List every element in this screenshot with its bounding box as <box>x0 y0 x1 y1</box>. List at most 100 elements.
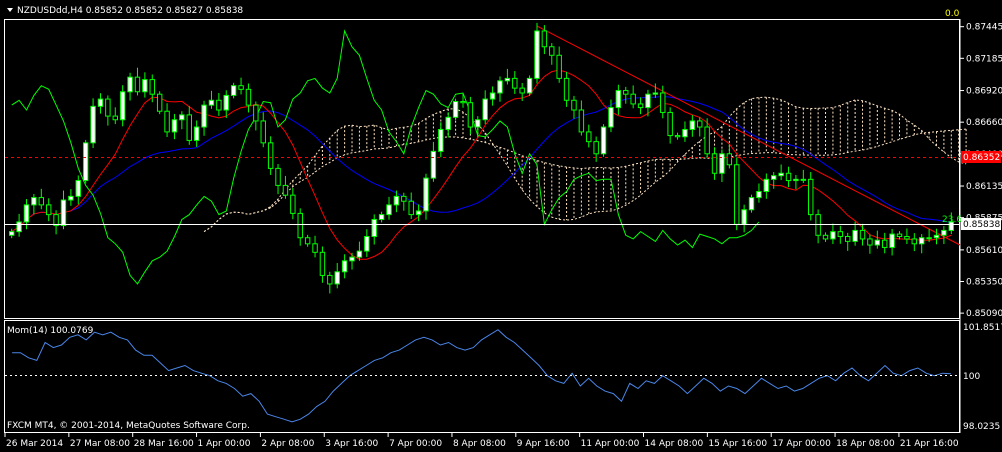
candle <box>378 211 385 223</box>
time-tick-label: 21 Apr 16:00 <box>900 439 959 449</box>
candle <box>16 213 22 237</box>
candle-body <box>60 199 67 227</box>
candle-body <box>223 94 229 111</box>
candle-body <box>793 178 799 182</box>
candle <box>452 98 459 121</box>
time-tick-label: 8 Apr 08:00 <box>453 439 506 449</box>
candle-body <box>778 172 784 177</box>
candle <box>267 136 274 175</box>
candle-body <box>711 153 718 174</box>
candle <box>430 141 437 182</box>
candle <box>112 107 118 125</box>
price-tick-label: 0.87185 <box>966 54 1002 64</box>
candle-body <box>504 77 511 82</box>
candle <box>201 100 207 136</box>
time-tick-label: 11 Apr 00:00 <box>581 439 640 449</box>
candle <box>719 149 725 183</box>
candle <box>386 196 392 220</box>
candle-body <box>889 233 895 248</box>
trading-chart[interactable]: NZDUSDdd,H4 0.85852 0.85852 0.85827 0.85… <box>0 0 1002 452</box>
fib-top-label: 0.0 <box>945 9 960 19</box>
candle <box>623 86 629 104</box>
candle-body <box>304 237 311 245</box>
candle-body <box>697 120 703 128</box>
candlestick-series[interactable] <box>8 22 955 294</box>
candle <box>852 221 858 246</box>
price-tick-label: 0.86660 <box>966 118 1002 128</box>
mom-tick-mid: 100 <box>963 372 980 382</box>
mom-tick-top: 101.8517 <box>963 323 1002 333</box>
candle-body <box>593 141 599 155</box>
candle-body <box>771 175 777 180</box>
candle <box>571 95 577 119</box>
candle-body <box>933 234 940 239</box>
candle-body <box>186 114 192 141</box>
candle-body <box>674 135 681 138</box>
candle <box>445 112 451 138</box>
candle <box>793 174 799 190</box>
candle-body <box>430 150 437 179</box>
candle-body <box>460 100 466 104</box>
candle-body <box>75 180 82 197</box>
candle <box>711 147 718 180</box>
candle-body <box>571 99 577 111</box>
candle-body <box>378 214 385 220</box>
candle <box>327 271 333 294</box>
price-tick-label: 0.85610 <box>966 246 1002 256</box>
candle <box>475 116 481 137</box>
candle-body <box>852 229 858 242</box>
trendline <box>536 25 961 246</box>
candle-body <box>149 79 155 95</box>
candle <box>881 232 888 254</box>
candle <box>142 72 148 98</box>
price-tick-label: 0.86135 <box>966 182 1002 192</box>
candle <box>785 166 792 188</box>
candle-body <box>82 142 89 182</box>
candle-body <box>105 98 111 117</box>
mom-tick-bottom: 98.0235 <box>963 422 1000 432</box>
candle-body <box>423 177 429 212</box>
current-price-label: 0.85838 <box>963 220 1000 230</box>
candle-body <box>445 116 451 130</box>
candle-body <box>734 164 740 225</box>
candle-body <box>238 85 244 90</box>
candle-body <box>386 204 392 216</box>
candle-body <box>726 153 733 166</box>
candle-body <box>297 212 303 239</box>
candle-body <box>519 87 525 94</box>
candle <box>534 22 540 84</box>
candle <box>438 122 444 158</box>
candle-body <box>23 204 30 223</box>
candle <box>526 75 533 96</box>
candle-body <box>134 76 141 93</box>
candle <box>223 90 229 119</box>
candle-body <box>896 233 903 238</box>
candle-body <box>452 100 459 118</box>
candle <box>549 43 555 65</box>
price-tick-label: 0.85090 <box>966 309 1002 319</box>
candle <box>312 235 318 258</box>
candle-body <box>615 90 622 109</box>
candle-body <box>290 194 296 214</box>
candle-body <box>541 30 548 48</box>
time-tick-label: 18 Apr 08:00 <box>836 439 895 449</box>
candle <box>82 139 89 184</box>
candle <box>90 98 96 148</box>
time-tick-label: 15 Apr 16:00 <box>708 439 767 449</box>
candle <box>800 169 807 183</box>
candle <box>556 46 562 83</box>
candle-body <box>438 128 444 152</box>
candle-body <box>312 243 318 253</box>
candle-body <box>719 153 725 174</box>
candle <box>578 100 585 136</box>
candle <box>941 226 947 245</box>
time-tick-label: 7 Apr 00:00 <box>389 439 442 449</box>
candle <box>275 164 281 195</box>
senkou-span-a <box>203 96 967 233</box>
candle-body <box>489 92 496 100</box>
candle-body <box>467 102 474 128</box>
candle <box>497 76 503 102</box>
candle-body <box>563 77 570 101</box>
symbol-dropdown-icon[interactable] <box>7 8 13 12</box>
candle-body <box>645 93 651 109</box>
